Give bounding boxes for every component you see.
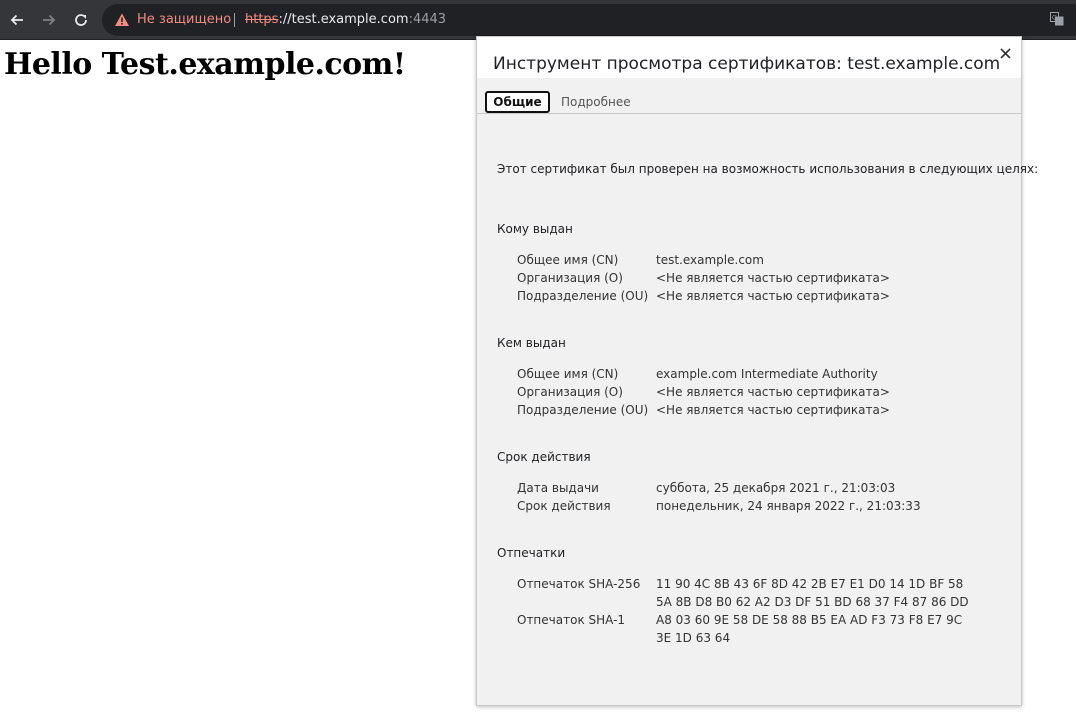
not-secure-label[interactable]: Не защищено [137, 12, 231, 27]
issued-to-ou-value: <Не является частью сертификата> [656, 289, 890, 303]
issued-by-o-label: Организация (O) [517, 385, 623, 399]
dialog-title: Инструмент просмотра сертификатов: test.… [493, 54, 1001, 74]
sha256-value-line1: 11 90 4C 8B 43 6F 8D 42 2B E7 E1 D0 14 1… [656, 577, 964, 591]
issued-on-value: суббота, 25 декабря 2021 г., 21:03:03 [656, 481, 896, 495]
url-divider [234, 13, 235, 27]
page-heading: Hello Test.example.com! [4, 47, 406, 82]
tab-details[interactable]: Подробнее [551, 91, 641, 113]
sha1-value-line1: A8 03 60 9E 58 DE 58 88 B5 EA AD F3 73 F… [656, 613, 963, 627]
warning-icon[interactable] [114, 12, 130, 28]
sha256-value-line2: 5A 8B D8 B0 62 A2 D3 DF 51 BD 68 37 F4 8… [656, 595, 969, 609]
svg-text:G: G [1052, 15, 1057, 22]
issued-by-ou-label: Подразделение (OU) [517, 403, 649, 417]
issued-to-cn-label: Общее имя (CN) [517, 253, 619, 267]
issued-to-o-value: <Не является частью сертификата> [656, 271, 890, 285]
issued-to-cn-value: test.example.com [656, 253, 764, 267]
tab-bar: Общие Подробнее [477, 78, 1021, 114]
issued-to-ou-label: Подразделение (OU) [517, 289, 649, 303]
expires-on-label: Срок действия [517, 499, 611, 513]
arrow-right-icon [43, 14, 56, 26]
expires-on-value: понедельник, 24 января 2022 г., 21:03:33 [656, 499, 921, 513]
usage-intro: Этот сертификат был проверен на возможно… [497, 162, 1039, 176]
issued-by-cn-label: Общее имя (CN) [517, 367, 619, 381]
url-host: ://test.example.com [278, 12, 409, 27]
dialog-header: Инструмент просмотра сертификатов: test.… [477, 37, 1021, 78]
sha256-label: Отпечаток SHA-256 [517, 577, 641, 591]
issued-by-ou-value: <Не является частью сертификата> [656, 403, 890, 417]
section-issued-by-title: Кем выдан [497, 336, 566, 350]
sha1-value-line2: 3E 1D 63 64 [656, 631, 731, 645]
forward-button[interactable] [38, 9, 60, 31]
section-issued-to-title: Кому выдан [497, 222, 573, 236]
url-text[interactable]: https://test.example.com:4443 [245, 12, 446, 27]
general-tab-content: Этот сертификат был проверен на возможно… [477, 114, 1038, 705]
back-button[interactable] [6, 9, 28, 31]
url-scheme: https [245, 12, 279, 27]
issued-by-cn-value: example.com Intermediate Authority [656, 367, 878, 381]
issued-to-o-label: Организация (O) [517, 271, 623, 285]
certificate-viewer-dialog: Инструмент просмотра сертификатов: test.… [476, 36, 1038, 706]
close-button[interactable] [995, 43, 1015, 63]
issued-on-label: Дата выдачи [517, 481, 599, 495]
tab-general[interactable]: Общие [485, 91, 550, 113]
reload-button[interactable] [70, 9, 92, 31]
section-validity-title: Срок действия [497, 450, 591, 464]
url-port: :4443 [408, 12, 447, 27]
section-fingerprints-title: Отпечатки [497, 546, 566, 560]
address-bar[interactable]: Не защищено https://test.example.com:444… [102, 4, 1076, 36]
reload-icon [75, 14, 87, 26]
arrow-left-icon [10, 14, 23, 26]
issued-by-o-value: <Не является частью сертификата> [656, 385, 890, 399]
sha1-label: Отпечаток SHA-1 [517, 613, 626, 627]
close-icon [999, 47, 1011, 59]
browser-toolbar: Не защищено https://test.example.com:444… [0, 0, 1076, 40]
translate-icon[interactable]: G [1050, 12, 1064, 26]
